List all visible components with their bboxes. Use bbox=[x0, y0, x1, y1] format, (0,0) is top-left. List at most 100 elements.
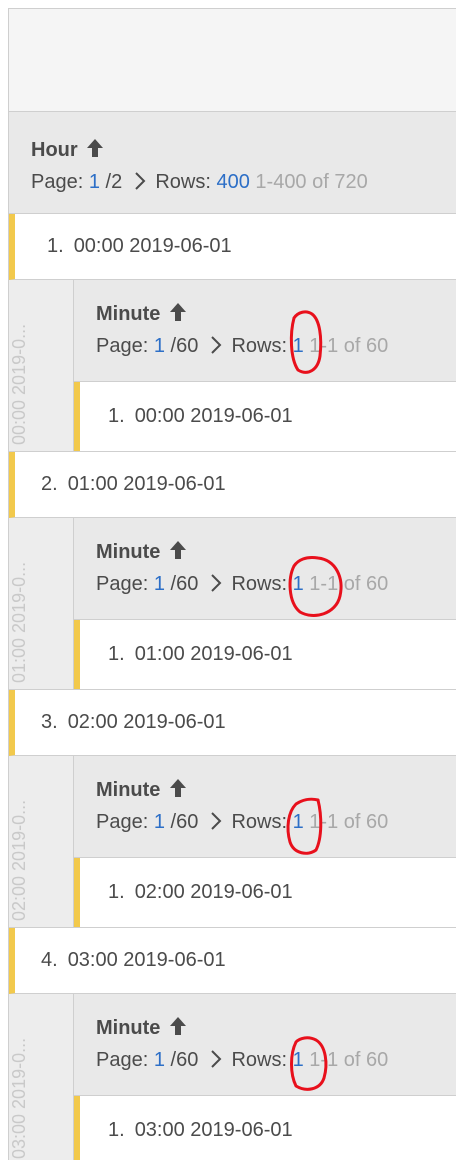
row-range-text: 1-400 of 720 bbox=[255, 171, 368, 193]
chevron-right-icon[interactable] bbox=[134, 172, 146, 190]
page-label: Page: bbox=[31, 171, 84, 193]
minute-column-title[interactable]: Minute bbox=[96, 1016, 456, 1040]
arrow-up-icon[interactable] bbox=[86, 138, 104, 158]
minute-column-title[interactable]: Minute bbox=[96, 540, 456, 564]
minute-title-label[interactable]: Minute bbox=[96, 303, 160, 325]
row-range-text: 1-1 of 60 bbox=[309, 1049, 389, 1071]
minute-dimension-header: Minute Page: 1 /60 Rows: 1 1-1 of 60 bbox=[74, 518, 456, 620]
breakdown-side-label: 00:00 2019-0... bbox=[9, 280, 74, 451]
list-item[interactable]: 1. 00:00 2019-06-01 bbox=[74, 382, 456, 451]
row-number: 1. bbox=[108, 405, 125, 427]
breakdown-side-label: 02:00 2019-0... bbox=[9, 756, 74, 927]
minute-title-label[interactable]: Minute bbox=[96, 779, 160, 801]
freeform-table: Hour Page: 1 /2 Rows: 400 1-400 of 720 1… bbox=[8, 8, 456, 1160]
table-row[interactable]: 3. 02:00 2019-06-01 bbox=[9, 690, 456, 756]
row-value: 00:00 2019-06-01 bbox=[73, 235, 232, 257]
breakdown-content: Minute Page: 1 /60 Rows: 1 1-1 of 60 1. … bbox=[74, 756, 456, 927]
minute-dimension-header: Minute Page: 1 /60 Rows: 1 1-1 of 60 bbox=[74, 994, 456, 1096]
rows-label: Rows: bbox=[155, 171, 211, 193]
page-total: /60 bbox=[170, 335, 199, 357]
minute-pagination: Page: 1 /60 Rows: 1 1-1 of 60 bbox=[96, 808, 456, 836]
rows-label: Rows: bbox=[231, 335, 288, 357]
minute-pagination: Page: 1 /60 Rows: 1 1-1 of 60 bbox=[96, 570, 456, 598]
rows-label: Rows: bbox=[231, 1049, 288, 1071]
breakdown-side-label: 03:00 2019-0... bbox=[9, 994, 74, 1160]
rows-per-page-select[interactable]: 1 bbox=[293, 335, 304, 357]
breakdown-content: Minute Page: 1 /60 Rows: 1 1-1 of 60 1. … bbox=[74, 280, 456, 451]
row-number: 2. bbox=[41, 473, 58, 495]
row-value: 02:00 2019-06-01 bbox=[67, 711, 226, 733]
list-item[interactable]: 1. 03:00 2019-06-01 bbox=[74, 1096, 456, 1160]
minute-title-label[interactable]: Minute bbox=[96, 541, 160, 563]
chevron-right-icon[interactable] bbox=[210, 1050, 222, 1068]
chevron-right-icon[interactable] bbox=[210, 336, 222, 354]
breakdown-side-text: 00:00 2019-0... bbox=[9, 323, 29, 445]
table-row[interactable]: 2. 01:00 2019-06-01 bbox=[9, 452, 456, 518]
page-label: Page: bbox=[96, 573, 149, 595]
page-total: /60 bbox=[170, 811, 199, 833]
chevron-right-icon[interactable] bbox=[210, 812, 222, 830]
rows-per-page-select[interactable]: 1 bbox=[293, 811, 304, 833]
rows-per-page-select[interactable]: 1 bbox=[293, 573, 304, 595]
nested-breakdown: 02:00 2019-0... Minute Page: 1 /60 Rows:… bbox=[9, 756, 456, 928]
arrow-up-icon[interactable] bbox=[169, 778, 187, 798]
row-number: 3. bbox=[41, 711, 58, 733]
breakdown-side-text: 01:00 2019-0... bbox=[9, 561, 29, 683]
minute-dimension-header: Minute Page: 1 /60 Rows: 1 1-1 of 60 bbox=[74, 756, 456, 858]
nested-breakdown: 00:00 2019-0... Minute Page: 1 /60 Rows:… bbox=[9, 280, 456, 452]
breakdown-content: Minute Page: 1 /60 Rows: 1 1-1 of 60 1. … bbox=[74, 518, 456, 689]
row-value: 02:00 2019-06-01 bbox=[134, 881, 293, 903]
page-label: Page: bbox=[96, 1049, 149, 1071]
row-range-text: 1-1 of 60 bbox=[309, 335, 389, 357]
row-number: 1. bbox=[108, 881, 125, 903]
row-number: 4. bbox=[41, 949, 58, 971]
row-number: 1. bbox=[108, 643, 125, 665]
row-value: 03:00 2019-06-01 bbox=[67, 949, 226, 971]
hour-dimension-header: Hour Page: 1 /2 Rows: 400 1-400 of 720 bbox=[9, 112, 456, 214]
arrow-up-icon[interactable] bbox=[169, 540, 187, 560]
minute-pagination: Page: 1 /60 Rows: 1 1-1 of 60 bbox=[96, 332, 456, 360]
arrow-up-icon[interactable] bbox=[169, 302, 187, 322]
row-number: 1. bbox=[47, 235, 64, 257]
rows-per-page-select[interactable]: 1 bbox=[293, 1049, 304, 1071]
row-value: 03:00 2019-06-01 bbox=[134, 1119, 293, 1141]
page-label: Page: bbox=[96, 811, 149, 833]
page-current-input[interactable]: 1 bbox=[154, 811, 165, 833]
breakdown-content: Minute Page: 1 /60 Rows: 1 1-1 of 60 1. … bbox=[74, 994, 456, 1160]
minute-dimension-header: Minute Page: 1 /60 Rows: 1 1-1 of 60 bbox=[74, 280, 456, 382]
table-row[interactable]: 1. 00:00 2019-06-01 bbox=[9, 214, 456, 280]
nested-breakdown: 01:00 2019-0... Minute Page: 1 /60 Rows:… bbox=[9, 518, 456, 690]
list-item[interactable]: 1. 02:00 2019-06-01 bbox=[74, 858, 456, 927]
row-range-text: 1-1 of 60 bbox=[309, 811, 389, 833]
page-total: /2 bbox=[105, 171, 123, 193]
rows-label: Rows: bbox=[231, 811, 288, 833]
page-label: Page: bbox=[96, 335, 149, 357]
page-current-input[interactable]: 1 bbox=[154, 335, 165, 357]
breakdown-side-text: 03:00 2019-0... bbox=[9, 1037, 29, 1159]
table-top-area bbox=[9, 9, 456, 112]
row-number: 1. bbox=[108, 1119, 125, 1141]
minute-title-label[interactable]: Minute bbox=[96, 1017, 160, 1039]
minute-column-title[interactable]: Minute bbox=[96, 302, 456, 326]
chevron-right-icon[interactable] bbox=[210, 574, 222, 592]
list-item[interactable]: 1. 01:00 2019-06-01 bbox=[74, 620, 456, 689]
hour-title-label[interactable]: Hour bbox=[31, 139, 78, 161]
page-current-input[interactable]: 1 bbox=[154, 573, 165, 595]
hour-pagination: Page: 1 /2 Rows: 400 1-400 of 720 bbox=[31, 168, 456, 196]
row-range-text: 1-1 of 60 bbox=[309, 573, 389, 595]
page-current-input[interactable]: 1 bbox=[89, 171, 100, 193]
minute-column-title[interactable]: Minute bbox=[96, 778, 456, 802]
arrow-up-icon[interactable] bbox=[169, 1016, 187, 1036]
nested-breakdown: 03:00 2019-0... Minute Page: 1 /60 Rows:… bbox=[9, 994, 456, 1160]
page-total: /60 bbox=[170, 1049, 199, 1071]
breakdown-side-label: 01:00 2019-0... bbox=[9, 518, 74, 689]
rows-label: Rows: bbox=[231, 573, 288, 595]
page-total: /60 bbox=[170, 573, 199, 595]
breakdown-side-text: 02:00 2019-0... bbox=[9, 799, 29, 921]
minute-pagination: Page: 1 /60 Rows: 1 1-1 of 60 bbox=[96, 1046, 456, 1074]
row-value: 00:00 2019-06-01 bbox=[134, 405, 293, 427]
hour-column-title[interactable]: Hour bbox=[31, 138, 456, 162]
page-current-input[interactable]: 1 bbox=[154, 1049, 165, 1071]
rows-per-page-select[interactable]: 400 bbox=[216, 171, 249, 193]
table-row[interactable]: 4. 03:00 2019-06-01 bbox=[9, 928, 456, 994]
